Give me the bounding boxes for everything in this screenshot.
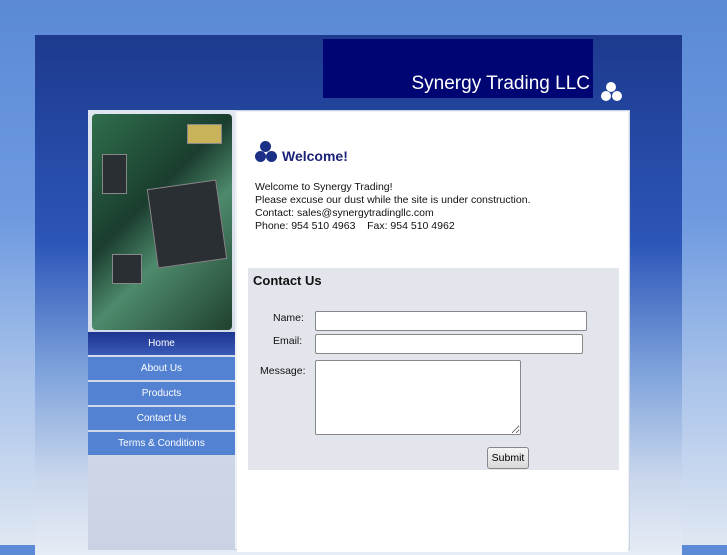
email-label: Email: (273, 335, 303, 347)
contact-heading: Contact Us (253, 273, 322, 288)
message-label: Message: (260, 365, 306, 377)
welcome-heading: Welcome! (282, 148, 348, 164)
name-input[interactable] (315, 311, 587, 331)
intro-line: Please excuse our dust while the site is… (255, 194, 531, 206)
message-textarea[interactable] (315, 360, 521, 435)
sidebar-nav: Home About Us Products Contact Us Terms … (88, 332, 235, 457)
nav-home[interactable]: Home (88, 332, 235, 355)
nav-contact-us[interactable]: Contact Us (88, 407, 235, 430)
welcome-text: Welcome to Synergy Trading! Please excus… (255, 181, 530, 233)
contact-email: Contact: sales@synergytradingllc.com (255, 207, 434, 219)
intro-line: Welcome to Synergy Trading! (255, 181, 393, 193)
nav-about-us[interactable]: About Us (88, 357, 235, 380)
name-label: Name: (273, 312, 304, 324)
contact-form: Contact Us Name: Email: Message: Submit (248, 268, 619, 470)
phone-fax: Phone: 954 510 4963 Fax: 954 510 4962 (255, 220, 455, 232)
site-title: Synergy Trading LLC (411, 73, 591, 94)
nav-products[interactable]: Products (88, 382, 235, 405)
email-input[interactable] (315, 334, 583, 354)
header-banner: Synergy Trading LLC (323, 39, 593, 98)
submit-button[interactable]: Submit (487, 447, 529, 469)
nav-terms-conditions[interactable]: Terms & Conditions (88, 432, 235, 455)
circuit-board-image (92, 114, 232, 330)
